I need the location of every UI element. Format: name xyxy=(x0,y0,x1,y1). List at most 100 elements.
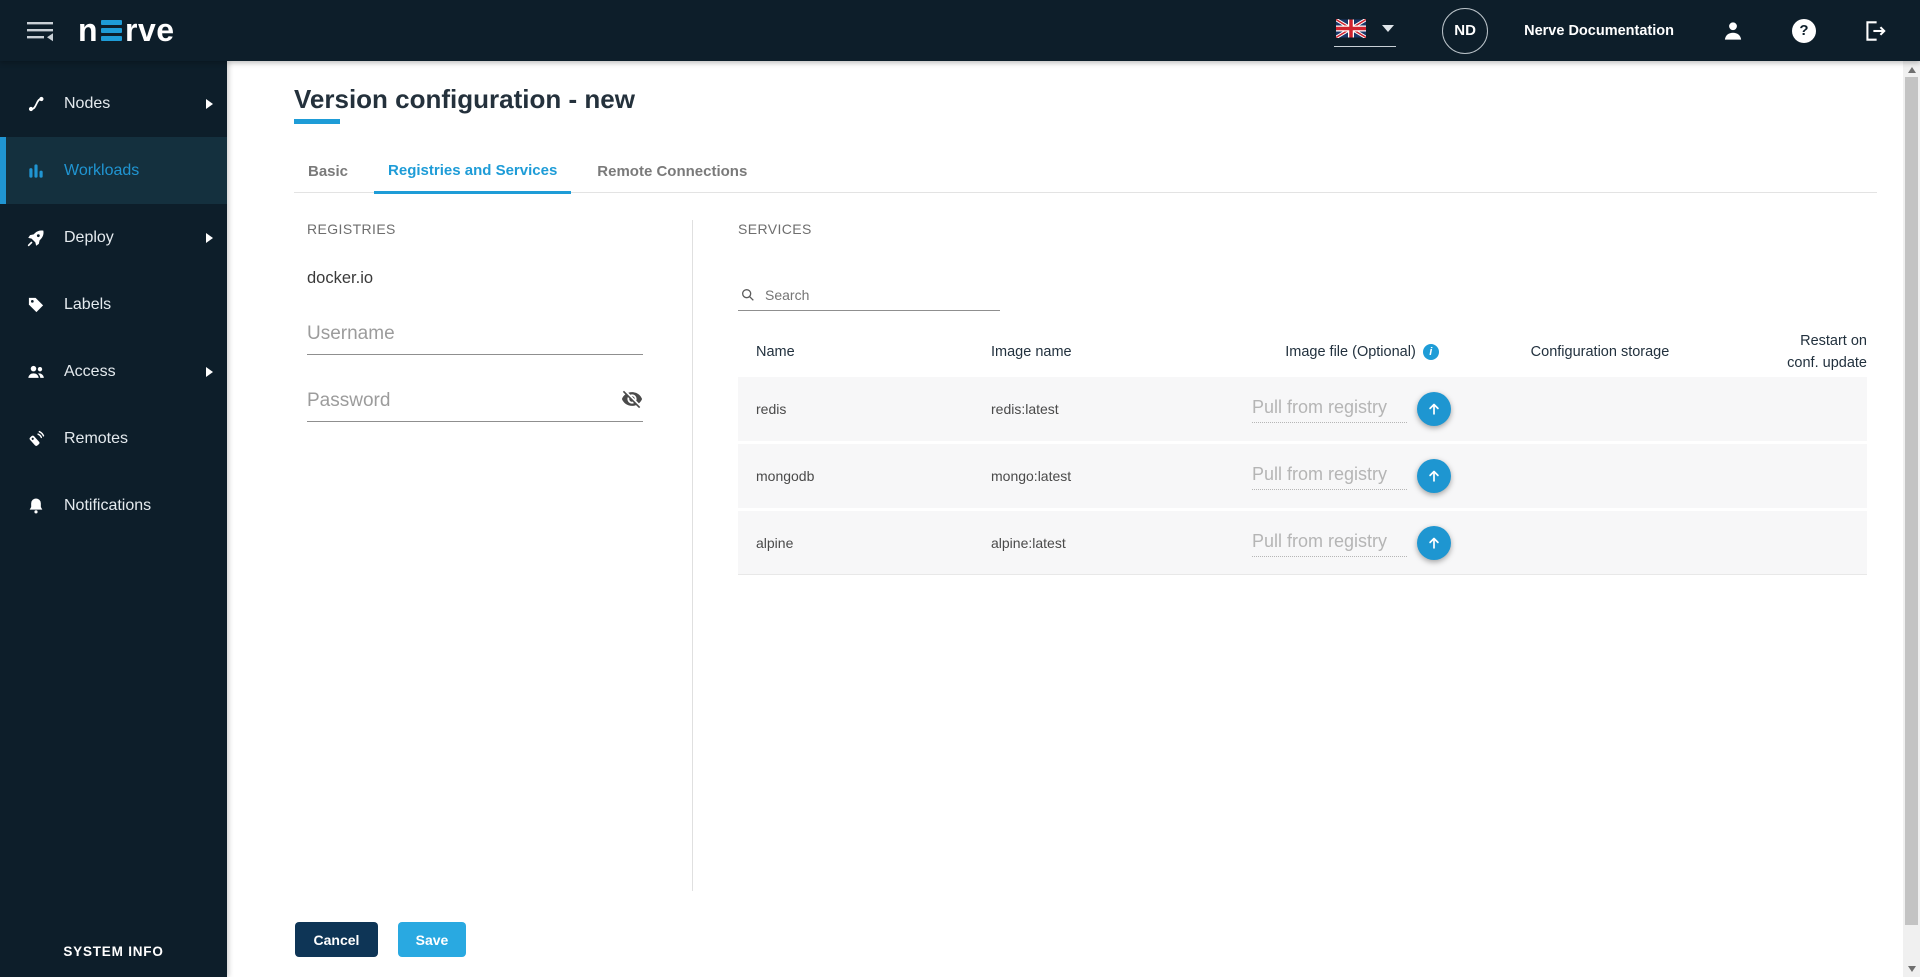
column-header-image-file: Image file (Optional) i xyxy=(1234,344,1490,360)
scrollbar-thumb[interactable] xyxy=(1905,77,1918,925)
topbar: n rve ND Nerve Documentation ? xyxy=(0,0,1920,61)
nerve-logo: n rve xyxy=(78,12,175,49)
scroll-up-button[interactable] xyxy=(1903,61,1920,78)
tab-bar: Basic Registries and Services Remote Con… xyxy=(294,159,1877,194)
user-profile-button[interactable] xyxy=(1720,18,1746,44)
main-content: Version configuration - new Basic Regist… xyxy=(227,61,1903,977)
caret-down-icon xyxy=(1382,24,1395,32)
registries-heading: REGISTRIES xyxy=(307,221,396,237)
tab-registries-and-services[interactable]: Registries and Services xyxy=(374,162,572,194)
upload-image-button[interactable] xyxy=(1417,525,1451,560)
user-icon xyxy=(1724,21,1742,40)
scroll-up-icon xyxy=(1907,66,1916,73)
sidebar-item-access[interactable]: Access xyxy=(0,338,227,405)
table-row-mongodb: mongodb mongo:latest xyxy=(738,444,1867,508)
language-select[interactable] xyxy=(1334,15,1397,47)
logo-e-bars-icon xyxy=(101,20,123,41)
documentation-link[interactable]: Nerve Documentation xyxy=(1524,23,1674,39)
image-file-input[interactable] xyxy=(1252,462,1407,490)
table-header: Name Image name Image file (Optional) i … xyxy=(738,327,1867,377)
sidebar-item-label: Remotes xyxy=(64,429,129,447)
cancel-button[interactable]: Cancel xyxy=(295,922,378,957)
chevron-right-icon xyxy=(206,232,213,243)
access-users-icon xyxy=(26,362,46,382)
panel-divider xyxy=(692,220,693,891)
sidebar: Nodes Workloads Deploy Labels Access Rem… xyxy=(0,61,227,977)
sidebar-item-label: Labels xyxy=(64,295,112,313)
upload-arrow-icon xyxy=(1429,537,1439,549)
uk-flag-icon xyxy=(1336,18,1367,38)
image-file-input[interactable] xyxy=(1252,395,1407,423)
image-file-cell xyxy=(1234,392,1490,426)
image-file-input[interactable] xyxy=(1252,528,1407,557)
upload-arrow-icon xyxy=(1429,470,1439,482)
chevron-right-icon xyxy=(206,98,213,109)
tab-remote-connections[interactable]: Remote Connections xyxy=(583,163,761,192)
sidebar-item-deploy[interactable]: Deploy xyxy=(0,204,227,271)
menu-toggle-button[interactable] xyxy=(26,19,56,43)
nodes-icon xyxy=(26,94,46,114)
service-name-cell: alpine xyxy=(756,534,794,551)
image-file-cell xyxy=(1234,459,1490,493)
image-file-cell xyxy=(1234,525,1490,560)
upload-image-button[interactable] xyxy=(1417,392,1451,426)
service-name-cell: redis xyxy=(756,401,787,417)
scroll-down-button[interactable] xyxy=(1903,960,1920,977)
chevron-right-icon xyxy=(206,366,213,377)
sidebar-item-label: Notifications xyxy=(64,496,152,514)
sidebar-item-label: Workloads xyxy=(64,161,140,179)
sidebar-item-nodes[interactable]: Nodes xyxy=(0,70,227,137)
save-button[interactable]: Save xyxy=(398,922,466,957)
image-name-cell: mongo:latest xyxy=(991,468,1072,484)
page-title: Version configuration - new xyxy=(294,84,635,114)
column-header-name: Name xyxy=(756,344,795,360)
image-name-cell: redis:latest xyxy=(991,401,1059,417)
search-input[interactable] xyxy=(765,287,985,303)
column-header-configuration-storage: Configuration storage xyxy=(1530,344,1670,360)
workloads-icon xyxy=(26,161,46,181)
labels-tag-icon xyxy=(26,295,46,315)
tab-basic[interactable]: Basic xyxy=(294,163,362,192)
username-input[interactable] xyxy=(307,319,643,355)
sidebar-item-label: Access xyxy=(64,362,116,380)
deploy-rocket-icon xyxy=(26,228,46,248)
eye-off-icon xyxy=(621,390,643,409)
column-header-image-name: Image name xyxy=(991,344,1072,360)
services-heading: SERVICES xyxy=(738,221,812,237)
password-input[interactable] xyxy=(307,386,643,422)
column-header-image-file-label: Image file (Optional) xyxy=(1285,344,1416,360)
image-name-cell: alpine:latest xyxy=(991,534,1066,551)
remotes-icon xyxy=(26,429,46,449)
registries-panel: REGISTRIES docker.io xyxy=(307,221,643,422)
help-icon: ? xyxy=(1792,18,1816,43)
logo-suffix: rve xyxy=(125,12,175,48)
upload-arrow-icon xyxy=(1429,403,1439,415)
notifications-bell-icon xyxy=(26,496,46,516)
table-row-alpine: alpine alpine:latest xyxy=(738,511,1867,575)
hamburger-icon xyxy=(27,21,53,41)
column-header-restart: Restart on conf. update xyxy=(1710,330,1867,375)
registry-name: docker.io xyxy=(307,269,374,287)
info-icon[interactable]: i xyxy=(1422,344,1439,360)
password-field-wrap xyxy=(307,386,643,422)
services-panel: SERVICES Name Image name Image file (Opt… xyxy=(738,221,1867,578)
table-row-redis: redis redis:latest xyxy=(738,377,1867,441)
logout-button[interactable] xyxy=(1862,18,1888,44)
toggle-password-visibility-button[interactable] xyxy=(621,388,643,415)
column-header-restart-label: Restart on conf. update xyxy=(1787,332,1867,371)
help-button[interactable]: ? xyxy=(1792,18,1816,43)
username-field-wrap xyxy=(307,319,643,355)
sidebar-item-remotes[interactable]: Remotes xyxy=(0,405,227,472)
sidebar-item-label: Nodes xyxy=(64,94,111,112)
title-underline xyxy=(294,119,340,124)
sidebar-item-notifications[interactable]: Notifications xyxy=(0,472,227,539)
sidebar-item-label: Deploy xyxy=(64,228,114,246)
sidebar-footer-system-info[interactable]: SYSTEM INFO xyxy=(0,944,227,959)
search-icon xyxy=(742,289,754,301)
sidebar-item-workloads[interactable]: Workloads xyxy=(0,137,227,204)
sidebar-item-labels[interactable]: Labels xyxy=(0,271,227,338)
user-avatar[interactable]: ND xyxy=(1442,7,1489,54)
vertical-scrollbar[interactable] xyxy=(1903,61,1920,977)
upload-image-button[interactable] xyxy=(1417,459,1451,493)
service-name-cell: mongodb xyxy=(756,468,815,484)
